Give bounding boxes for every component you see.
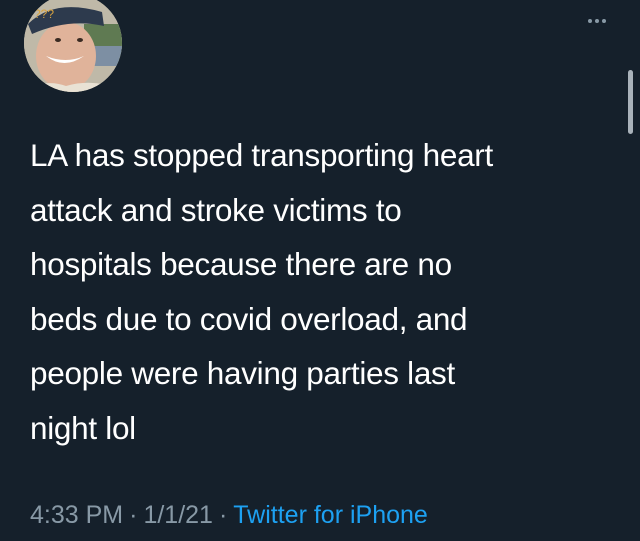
tweet-text-line: LA has stopped transporting heart [30,137,493,173]
separator: · [129,501,138,529]
tweet-text-line: hospitals because there are no [30,246,452,282]
tweet-text-line: attack and stroke victims to [30,191,402,228]
tweet-metadata: 4:33 PM · 1/1/21 · Twitter for iPhone [30,498,428,532]
avatar[interactable]: ??? [24,0,122,92]
tweet-source-link[interactable]: Twitter for iPhone [233,501,428,529]
scrollbar[interactable] [628,70,633,134]
tweet-text-line: people were having parties last [30,355,455,391]
tweet-time[interactable]: 4:33 PM [30,501,123,529]
avatar-photo: ??? [24,0,122,92]
more-horizontal-icon-dot [595,19,599,23]
more-horizontal-icon-dot [602,19,606,23]
more-horizontal-icon [588,19,592,23]
tweet-date[interactable]: 1/1/21 [143,501,213,529]
tweet-text-line: beds due to covid overload, and [30,300,468,337]
avatar-caption: ??? [34,7,54,21]
separator: · [218,501,228,529]
tweet-text-line: night lol [30,409,136,446]
more-options-button[interactable] [582,12,612,30]
tweet-text: LA has stopped transporting heart attack … [30,128,610,455]
